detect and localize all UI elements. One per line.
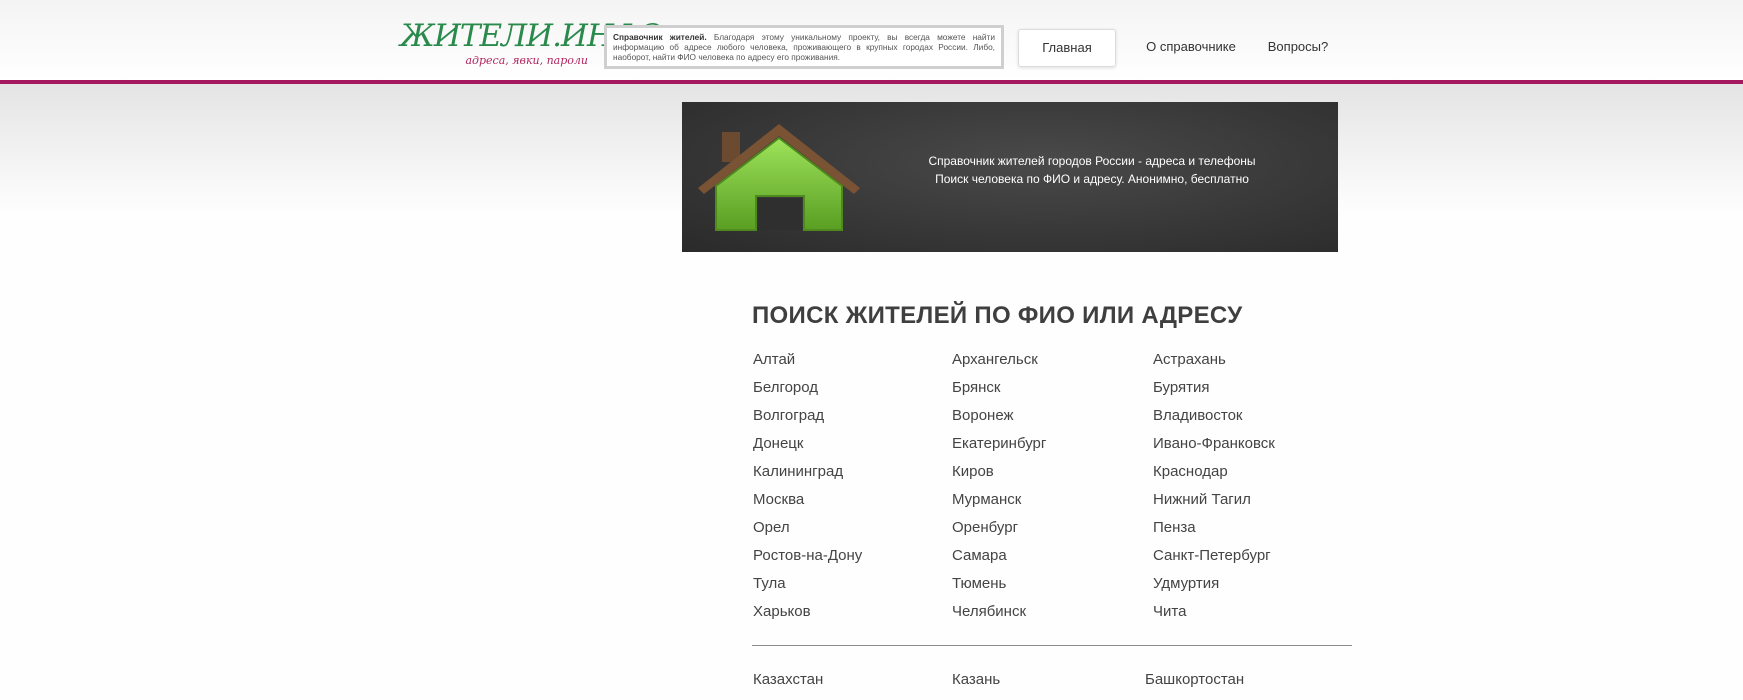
about-bold: Справочник жителей. <box>613 32 707 42</box>
city-link[interactable]: Мурманск <box>952 491 1021 509</box>
city-link[interactable]: Харьков <box>753 603 811 621</box>
city-link[interactable]: Чита <box>1153 603 1186 621</box>
city-link[interactable]: Архангельск <box>952 351 1038 369</box>
city-link[interactable]: Челябинск <box>952 603 1026 621</box>
city-link[interactable]: Белгород <box>753 379 818 397</box>
region-link[interactable]: Казань <box>952 671 1000 689</box>
city-link[interactable]: Астрахань <box>1153 351 1226 369</box>
city-link[interactable]: Оренбург <box>952 519 1018 537</box>
about-description: Справочник жителей. Благодаря этому уник… <box>604 25 1004 69</box>
city-link[interactable]: Екатеринбург <box>952 435 1046 453</box>
site-logo[interactable]: ЖИТЕЛИ.ИНФО адреса, явки, пароли <box>400 18 663 74</box>
section-divider <box>752 645 1352 646</box>
city-link[interactable]: Пенза <box>1153 519 1196 537</box>
city-link[interactable]: Тула <box>753 575 786 593</box>
city-link[interactable]: Калининград <box>753 463 843 481</box>
search-section-title: ПОИСК ЖИТЕЛЕЙ ПО ФИО ИЛИ АДРЕСУ <box>752 302 1243 329</box>
banner-line-1: Справочник жителей городов России - адре… <box>928 154 1256 168</box>
hero-banner: Справочник жителей городов России - адре… <box>682 102 1338 252</box>
city-link[interactable]: Самара <box>952 547 1007 565</box>
city-link[interactable]: Орел <box>753 519 790 537</box>
city-link[interactable]: Алтай <box>753 351 795 369</box>
city-link[interactable]: Москва <box>753 491 804 509</box>
nav-faq-link[interactable]: Вопросы? <box>1255 29 1341 65</box>
city-link[interactable]: Тюмень <box>952 575 1006 593</box>
city-link[interactable]: Удмуртия <box>1153 575 1219 593</box>
city-link[interactable]: Краснодар <box>1153 463 1228 481</box>
house-icon <box>698 124 860 231</box>
banner-line-2: Поиск человека по ФИО и адресу. Анонимно… <box>935 172 1249 186</box>
city-link[interactable]: Волгоград <box>753 407 824 425</box>
city-link[interactable]: Брянск <box>952 379 1001 397</box>
banner-text: Справочник жителей городов России - адре… <box>872 152 1312 188</box>
region-link[interactable]: Башкортостан <box>1145 671 1244 689</box>
city-link[interactable]: Бурятия <box>1153 379 1210 397</box>
city-link[interactable]: Владивосток <box>1153 407 1242 425</box>
city-link[interactable]: Воронеж <box>952 407 1014 425</box>
city-link[interactable]: Ивано-Франковск <box>1153 435 1275 453</box>
city-link[interactable]: Киров <box>952 463 994 481</box>
city-link[interactable]: Донецк <box>753 435 803 453</box>
city-link[interactable]: Ростов-на-Дону <box>753 547 862 565</box>
nav-about-link[interactable]: О справочнике <box>1128 29 1254 65</box>
nav-home-button[interactable]: Главная <box>1018 29 1116 67</box>
city-link[interactable]: Нижний Тагил <box>1153 491 1251 509</box>
logo-subtitle: адреса, явки, пароли <box>465 54 588 67</box>
region-link[interactable]: Казахстан <box>753 671 823 689</box>
city-link[interactable]: Санкт-Петербург <box>1153 547 1271 565</box>
